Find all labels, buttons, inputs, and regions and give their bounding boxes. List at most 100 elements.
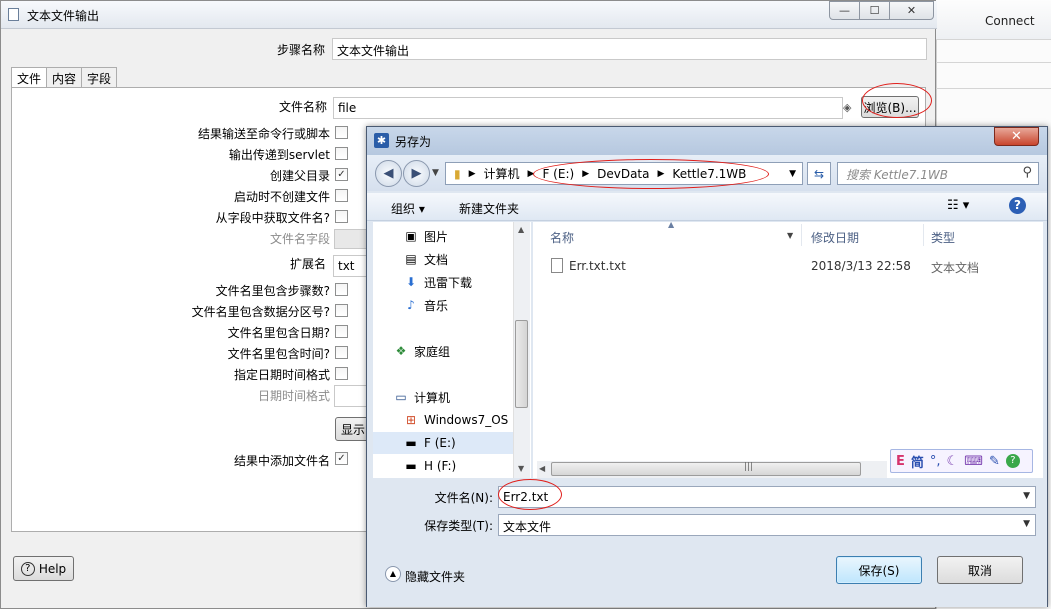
arrow-right-icon: ▶ [411,166,422,181]
option-checkbox[interactable] [335,304,348,317]
column-header-type[interactable]: 类型 [931,229,955,246]
window-title: 文本文件输出 [27,9,100,23]
title-bar: 文本文件输出 [1,1,937,29]
option-checkbox[interactable] [335,210,348,223]
file-name-input[interactable]: file [333,97,843,119]
punctuation-icon[interactable]: °, [930,454,941,469]
file-row[interactable]: Err.txt.txt 2018/3/13 22:58 文本文档 [551,258,1033,278]
file-list: 名称 ▲ ▼ 修改日期 类型 Err.txt.txt 2018/3/13 22:… [533,220,1043,478]
collapse-icon[interactable]: ▲ [385,566,401,582]
refresh-button[interactable]: ⇆ [807,162,831,185]
back-button[interactable]: ◀ [375,160,402,187]
dialog-close-button[interactable]: ✕ [994,127,1039,146]
download-icon: ⬇ [405,275,417,289]
option-checkbox[interactable] [335,367,348,380]
dialog-bottom: 文件名(N): Err2.txt ▼ 保存类型(T): 文本文件 ▼ ▲ 隐藏文… [367,479,1047,607]
tree-item-label: H (F:) [424,459,457,473]
option-checkbox[interactable] [335,126,348,139]
option-label: 文件名里包含数据分区号? [191,305,330,319]
option-checkbox[interactable] [335,283,348,296]
tree-item-label: 计算机 [414,390,451,405]
search-input[interactable]: 搜索 Kettle7.1WB ⚲ [837,162,1039,185]
tab-fields[interactable]: 字段 [81,67,118,88]
command-bar: 组织 ▾ 新建文件夹 ☷ ▾ ? [367,193,1047,221]
add-filename-checkbox[interactable]: ✓ [335,452,348,465]
ime-language-label[interactable]: 简 [911,452,924,471]
option-checkbox[interactable] [335,346,348,359]
save-type-select[interactable]: 文本文件 ▼ [498,514,1036,536]
filename-field-label: 文件名字段 [269,232,330,246]
tree-item-drive-e[interactable]: ▬ F (E:) [373,432,513,454]
forward-button[interactable]: ▶ [403,160,430,187]
column-header-modified[interactable]: 修改日期 [811,229,859,246]
tree-item-label: 迅雷下载 [424,275,473,290]
option-checkbox-checked[interactable]: ✓ [335,168,348,181]
step-name-input[interactable]: 文本文件输出 [332,38,927,60]
scroll-left-icon[interactable]: ◀ [539,464,545,473]
breadcrumb-computer[interactable]: 计算机 [484,165,520,182]
text-file-icon [551,258,563,273]
datetime-format-input[interactable] [334,385,368,407]
file-name-field-label: 文件名(N): [434,491,493,505]
tree-item-homegroup[interactable]: ❖ 家庭组 [393,340,533,362]
help-icon[interactable]: ? [1005,454,1020,468]
column-filter-icon[interactable]: ▼ [787,231,793,240]
ime-toolbar[interactable]: E 简 °, ☾ ⌨ ✎ ? [890,449,1033,473]
close-button[interactable]: ✕ [889,1,934,20]
homegroup-icon: ❖ [395,344,407,358]
new-folder-button[interactable]: 新建文件夹 [459,200,519,217]
option-label: 创建父目录 [269,169,330,183]
option-checkbox[interactable] [335,189,348,202]
windows-drive-icon: ⊞ [405,413,417,427]
column-header-name[interactable]: 名称 [550,229,574,246]
hide-folders-link[interactable]: 隐藏文件夹 [405,568,465,585]
computer-icon: ▭ [395,390,407,404]
option-checkbox[interactable] [335,147,348,160]
tree-item-label: 家庭组 [414,344,451,359]
wrench-icon[interactable]: ✎ [989,454,1000,469]
tab-bar: 文件 内容 字段 [11,67,118,89]
annotation-circle [862,83,932,118]
tree-item-label: Windows7_OS ( [424,413,517,427]
connect-button[interactable]: Connect [985,14,1035,28]
cancel-button[interactable]: 取消 [937,556,1023,584]
ime-mode-label[interactable]: E [896,454,905,469]
moon-icon[interactable]: ☾ [947,454,959,469]
view-options-icon[interactable]: ☷ ▾ [947,198,969,213]
step-name-label: 步骤名称 [276,43,325,57]
datetime-format-label: 日期时间格式 [257,389,330,403]
scroll-up-icon[interactable]: ▲ [518,225,524,234]
navigation-tree: ▣ 图片 ▤ 文档 ⬇ 迅雷下载 ♪ 音乐 ❖ 家庭组 ▭ 计算机 ⊞ Windows7_OS… [373,222,531,478]
minimize-button[interactable]: — [829,1,860,20]
help-icon[interactable]: ? [1009,197,1026,214]
scroll-grip-icon: ||| [744,462,754,472]
filename-field-input[interactable] [334,229,368,249]
chevron-down-icon[interactable]: ▼ [1023,519,1030,529]
address-dropdown-icon[interactable]: ▼ [789,169,796,179]
option-label: 文件名里包含步骤数? [215,284,330,298]
annotation-circle [533,159,769,189]
maximize-icon: ☐ [869,4,880,17]
maximize-button[interactable]: ☐ [859,1,890,20]
scroll-down-icon[interactable]: ▼ [518,464,524,473]
chevron-down-icon[interactable]: ▼ [1023,491,1030,501]
file-name-combo[interactable]: Err2.txt ▼ [498,486,1036,508]
keyboard-icon[interactable]: ⌨ [964,454,983,469]
hscrollbar-thumb[interactable] [551,462,861,476]
tree-item-computer[interactable]: ▭ 计算机 [393,386,533,408]
address-row: ◀ ▶ ▼ ▮ ▶ 计算机 ▶ F (E:) ▶ DevData ▶ Kettl… [367,155,1047,191]
organize-menu[interactable]: 组织 ▾ [391,200,425,217]
option-label: 输出传递到servlet [228,148,330,162]
tree-scrollbar-thumb[interactable] [515,320,528,408]
extension-input[interactable]: txt [333,255,367,277]
tab-file[interactable]: 文件 [11,67,48,89]
variable-icon: ◈ [843,101,852,114]
tab-content[interactable]: 内容 [46,67,83,88]
kettle-icon: ✱ [374,133,389,148]
help-button[interactable]: ? Help [13,556,74,581]
option-checkbox[interactable] [335,325,348,338]
background-divider [936,88,1051,89]
column-separator [801,224,802,246]
history-dropdown-icon[interactable]: ▼ [432,168,439,178]
save-button[interactable]: 保存(S) [836,556,922,584]
